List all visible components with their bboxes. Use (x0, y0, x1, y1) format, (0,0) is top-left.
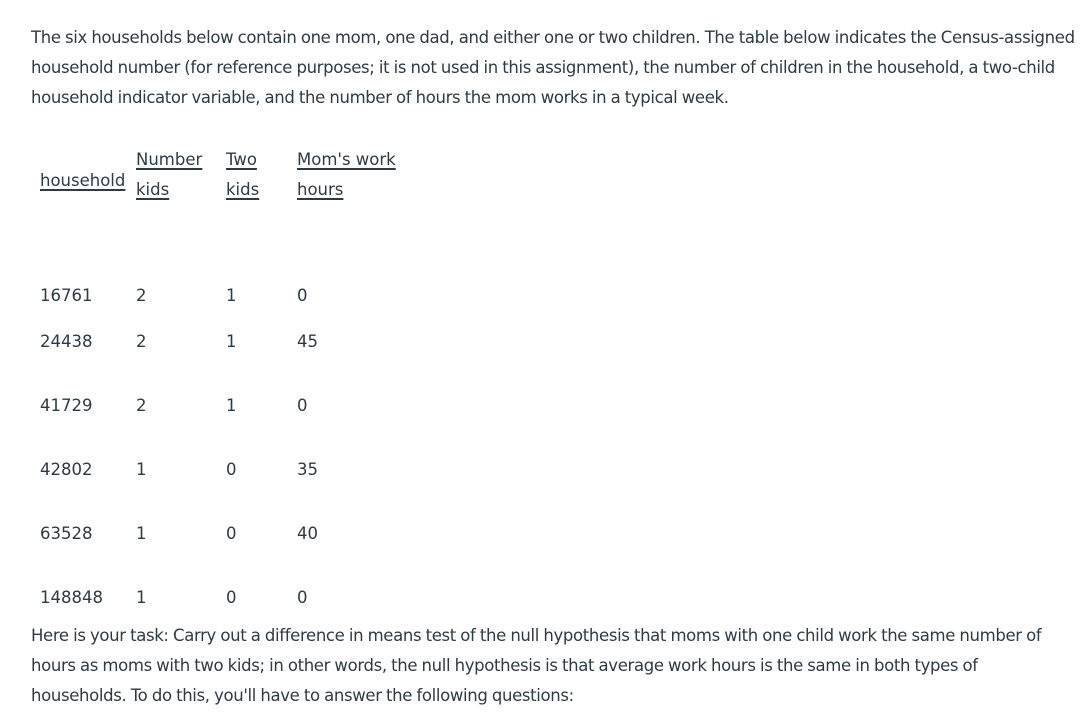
cell-household: 42802 (40, 460, 93, 479)
table-row: 42802 1 0 35 (37, 438, 420, 502)
cell-number-kids: 1 (136, 460, 147, 479)
header-mom-work-hours-line2: hours (297, 180, 344, 199)
table-row: 63528 1 0 40 (37, 502, 420, 566)
cell-two-kids: 1 (226, 332, 237, 351)
header-household: household (37, 145, 133, 217)
header-number-kids: Number kids (133, 145, 223, 217)
header-row: household Number kids Two kids Mom's wor… (37, 145, 420, 217)
cell-mom-work-hours: 45 (297, 332, 318, 351)
cell-mom-work-hours: 40 (297, 524, 318, 543)
cell-number-kids: 1 (136, 524, 147, 543)
cell-number-kids: 2 (136, 286, 147, 305)
table-row: 41729 2 1 0 (37, 374, 420, 438)
header-household-label: household (40, 171, 126, 190)
table-row: 24438 2 1 45 (37, 310, 420, 374)
cell-household: 63528 (40, 524, 93, 543)
header-two-kids-line2: kids (226, 180, 260, 199)
cell-two-kids: 1 (226, 396, 237, 415)
cell-two-kids: 1 (226, 286, 237, 305)
cell-mom-work-hours: 0 (297, 286, 308, 305)
cell-mom-work-hours: 0 (297, 396, 308, 415)
cell-household: 24438 (40, 332, 93, 351)
cell-household: 41729 (40, 396, 93, 415)
header-two-kids: Two kids (223, 145, 294, 217)
cell-two-kids: 0 (226, 524, 237, 543)
table-body: 16761 2 1 0 24438 2 1 45 41729 2 1 0 428… (37, 217, 420, 630)
cell-household: 16761 (40, 286, 93, 305)
intro-paragraph: The six households below contain one mom… (31, 28, 1075, 107)
cell-two-kids: 0 (226, 460, 237, 479)
table-header: household Number kids Two kids Mom's wor… (37, 145, 420, 217)
households-table: household Number kids Two kids Mom's wor… (37, 145, 420, 630)
header-mom-work-hours: Mom's work hours (294, 145, 420, 217)
cell-number-kids: 2 (136, 332, 147, 351)
cell-mom-work-hours: 35 (297, 460, 318, 479)
task-paragraph: Here is your task: Carry out a differenc… (31, 626, 1042, 705)
cell-number-kids: 2 (136, 396, 147, 415)
header-mom-work-hours-line1: Mom's work (297, 150, 396, 169)
header-number-kids-line2: kids (136, 180, 170, 199)
header-number-kids-line1: Number (136, 150, 203, 169)
table-row: 16761 2 1 0 (37, 217, 420, 310)
header-two-kids-line1: Two (226, 150, 257, 169)
